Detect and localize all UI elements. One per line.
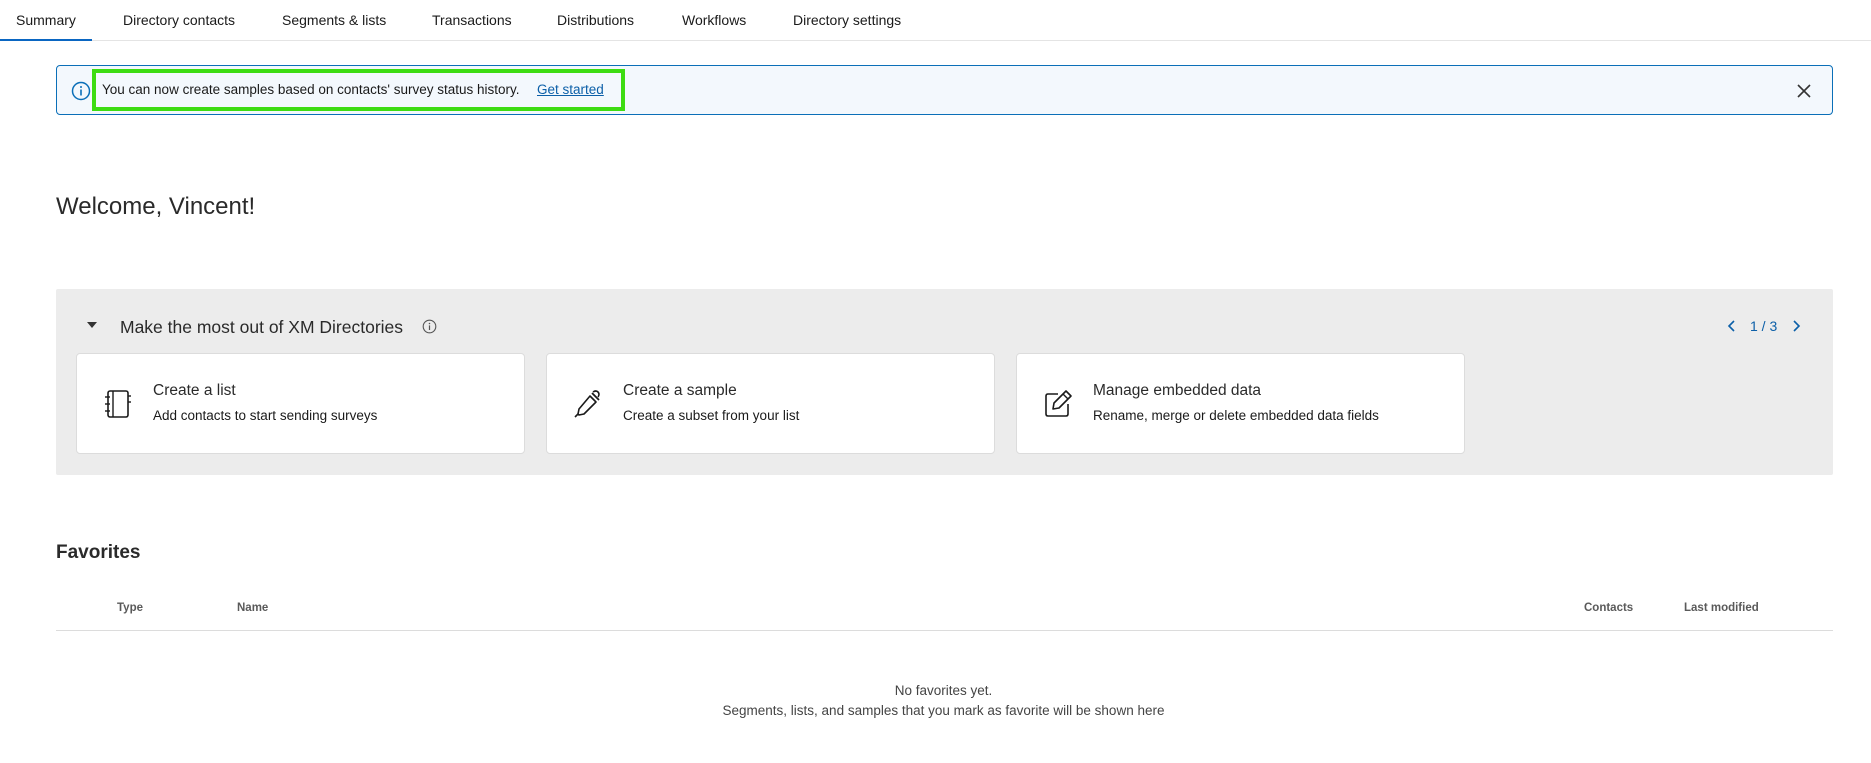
card-subtitle: Create a subset from your list <box>623 408 800 423</box>
close-icon[interactable] <box>1794 81 1814 101</box>
card-title: Manage embedded data <box>1093 382 1262 399</box>
chevron-right-icon[interactable] <box>1789 318 1803 334</box>
notebook-icon <box>102 388 134 420</box>
eyedropper-icon <box>572 388 604 420</box>
column-contacts[interactable]: Contacts <box>1584 602 1633 614</box>
banner-message: You can now create samples based on cont… <box>102 82 520 97</box>
card-create-sample[interactable]: Create a sample Create a subset from you… <box>546 353 995 454</box>
pager-indicator: 1 / 3 <box>1750 318 1778 334</box>
column-type[interactable]: Type <box>117 602 143 614</box>
tab-segments-lists[interactable]: Segments & lists <box>282 0 386 41</box>
tab-workflows[interactable]: Workflows <box>682 0 746 41</box>
info-circle-icon <box>71 81 91 101</box>
page-title: Welcome, Vincent! <box>56 193 256 220</box>
tab-directory-settings[interactable]: Directory settings <box>793 0 901 41</box>
panel-title: Make the most out of XM Directories <box>120 317 404 337</box>
tab-bar: Summary Directory contacts Segments & li… <box>0 0 1871 41</box>
edit-icon <box>1042 388 1074 420</box>
tab-directory-contacts[interactable]: Directory contacts <box>123 0 235 41</box>
column-name[interactable]: Name <box>237 602 268 614</box>
card-subtitle: Add contacts to start sending surveys <box>153 408 378 423</box>
tab-summary[interactable]: Summary <box>0 0 92 41</box>
info-banner: You can now create samples based on cont… <box>56 65 1833 115</box>
info-icon[interactable] <box>422 319 437 334</box>
chevron-left-icon[interactable] <box>1725 318 1739 334</box>
card-title: Create a list <box>153 382 236 399</box>
empty-state-message: Segments, lists, and samples that you ma… <box>722 703 1165 718</box>
card-create-list[interactable]: Create a list Add contacts to start send… <box>76 353 525 454</box>
card-title: Create a sample <box>623 382 737 399</box>
tab-distributions[interactable]: Distributions <box>557 0 634 41</box>
card-manage-embedded-data[interactable]: Manage embedded data Rename, merge or de… <box>1016 353 1465 454</box>
favorites-table-header: Type Name Contacts Last modified <box>56 595 1833 631</box>
caret-down-icon[interactable] <box>86 318 98 330</box>
card-subtitle: Rename, merge or delete embedded data fi… <box>1093 408 1379 423</box>
empty-state-title: No favorites yet. <box>894 683 993 698</box>
get-started-link[interactable]: Get started <box>537 82 604 97</box>
tab-transactions[interactable]: Transactions <box>432 0 512 41</box>
column-last-modified[interactable]: Last modified <box>1684 602 1759 614</box>
favorites-title: Favorites <box>56 542 141 563</box>
recommendations-panel: Make the most out of XM Directories 1 / … <box>56 289 1833 475</box>
